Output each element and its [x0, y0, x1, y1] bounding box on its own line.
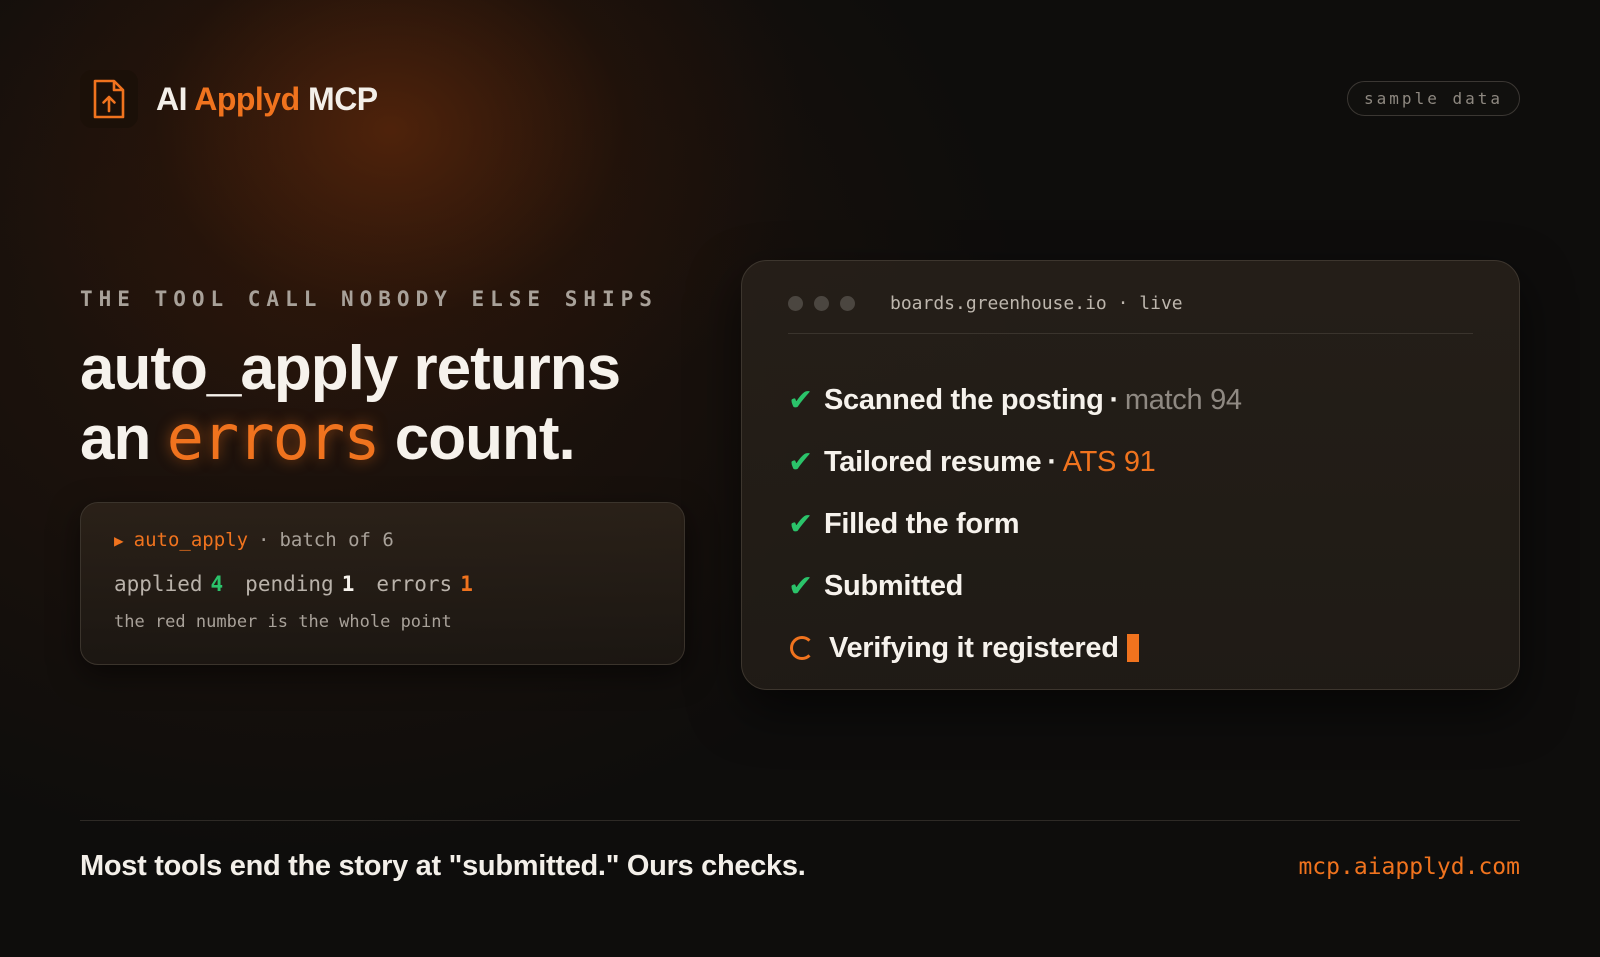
browser-window: boards.greenhouse.io · live ✔ Scanned th…	[741, 260, 1520, 690]
footer-site-link[interactable]: mcp.aiapplyd.com	[1298, 854, 1520, 880]
step-item: ✔ Tailored resume · ATS 91	[788, 431, 1242, 493]
step-text: Scanned the posting	[824, 383, 1104, 416]
check-icon: ✔	[788, 445, 813, 479]
step-text: Tailored resume	[824, 445, 1042, 478]
stat-label: pending	[245, 572, 334, 596]
step-separator: ·	[1047, 445, 1057, 478]
upload-file-icon	[93, 79, 125, 119]
batch-card: ▶ auto_apply · batch of 6 applied 4 pendi…	[80, 502, 685, 665]
stat-value: 1	[341, 572, 355, 596]
headline-line2-after: count.	[394, 404, 576, 473]
footer-tagline: Most tools end the story at "submitted."…	[80, 850, 806, 882]
step-detail: match 94	[1124, 383, 1242, 416]
check-icon: ✔	[788, 383, 813, 417]
step-detail: ATS 91	[1062, 445, 1156, 478]
step-text: Verifying it registered	[829, 631, 1119, 664]
brand: AI Applyd MCP	[80, 70, 378, 128]
spinner-icon	[790, 636, 814, 660]
play-icon: ▶	[114, 530, 124, 550]
step-list: ✔ Scanned the posting · match 94 ✔ Tailo…	[788, 369, 1242, 679]
step-text: Submitted	[824, 569, 964, 602]
check-icon: ✔	[788, 569, 813, 603]
step-item: ✔ Scanned the posting · match 94	[788, 369, 1242, 431]
step-item: ✔ Filled the form	[788, 493, 1242, 555]
window-dot	[814, 296, 829, 311]
logo	[80, 70, 138, 128]
stat-pending: pending 1	[245, 572, 354, 596]
headline-highlight: errors	[166, 401, 381, 474]
stat-errors: errors 1	[376, 572, 473, 596]
footer-divider	[80, 820, 1520, 821]
headline: auto_apply returns an errors count.	[80, 334, 621, 474]
stat-value: 1	[460, 572, 473, 596]
batch-function: auto_apply	[133, 529, 249, 551]
stat-applied: applied 4	[114, 572, 223, 596]
stat-value: 4	[210, 572, 224, 596]
brand-prefix: AI	[156, 80, 188, 117]
headline-line2-before: an	[80, 404, 151, 473]
stat-label: errors	[376, 572, 453, 596]
step-separator: ·	[1109, 383, 1120, 416]
headline-line1: auto_apply returns	[80, 334, 621, 403]
browser-toolbar: boards.greenhouse.io · live	[788, 293, 1473, 334]
cursor-icon	[1126, 634, 1139, 662]
step-item: ✔ Submitted	[788, 555, 1242, 617]
url-host: boards.greenhouse.io	[890, 293, 1107, 314]
batch-note: the red number is the whole point	[114, 612, 452, 632]
batch-stats: applied 4 pending 1 errors 1	[114, 572, 651, 596]
window-dot	[788, 296, 803, 311]
step-item: Verifying it registered	[788, 617, 1242, 679]
brand-name: AI Applyd MCP	[156, 81, 378, 118]
brand-suffix: MCP	[308, 80, 378, 117]
check-icon: ✔	[788, 507, 813, 541]
stat-label: applied	[114, 572, 203, 596]
window-dot	[840, 296, 855, 311]
batch-label: batch of 6	[279, 529, 394, 551]
eyebrow: THE TOOL CALL NOBODY ELSE SHIPS	[80, 287, 658, 311]
brand-accent: Applyd	[194, 80, 300, 117]
batch-header: ▶ auto_apply · batch of 6	[114, 529, 651, 551]
url-separator: ·	[1117, 293, 1129, 314]
browser-url: boards.greenhouse.io · live	[890, 293, 1183, 314]
sample-data-badge: sample data	[1347, 81, 1520, 116]
step-text: Filled the form	[824, 507, 1020, 540]
batch-separator: ·	[258, 529, 270, 551]
url-status: live	[1139, 293, 1183, 314]
